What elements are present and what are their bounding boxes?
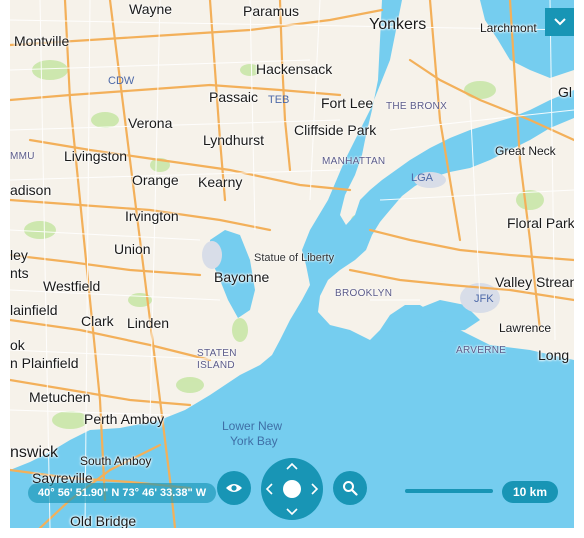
city-label-larchmont: Larchmont <box>480 21 537 35</box>
airport-label-jfk: JFK <box>474 293 494 305</box>
city-label-union: Union <box>114 241 151 257</box>
city-label-livingston: Livingston <box>64 148 128 164</box>
city-label-n-plainfield: n Plainfield <box>10 355 79 371</box>
water-label-lower-ny-bay-1: Lower New <box>222 419 283 433</box>
airport-label-teb: TEB <box>268 94 290 106</box>
district-label-arverne: ARVERNE <box>456 345 507 356</box>
visibility-toggle-button[interactable] <box>217 471 251 505</box>
scale-bar-line <box>405 489 493 493</box>
search-button[interactable] <box>333 471 367 505</box>
district-label-the-bronx: THE BRONX <box>386 101 448 112</box>
city-label-metuchen: Metuchen <box>29 389 91 405</box>
city-label-westfield: Westfield <box>43 278 101 294</box>
city-label-south-amboy: South Amboy <box>80 454 152 468</box>
city-label-valley-stream: Valley Strean <box>495 274 574 290</box>
city-label-passaic: Passaic <box>209 89 259 105</box>
collapse-panel-button[interactable] <box>545 8 574 36</box>
city-label-lawrence: Lawrence <box>499 321 552 335</box>
district-label-brooklyn: BROOKLYN <box>335 288 393 299</box>
chevron-up-icon[interactable] <box>286 462 298 470</box>
center-location-button[interactable] <box>283 480 301 498</box>
water-label-lower-ny-bay-2: York Bay <box>230 434 278 448</box>
city-label-kearny: Kearny <box>198 174 243 190</box>
district-label-staten-2: ISLAND <box>197 360 235 371</box>
city-label-long: Long <box>538 347 570 363</box>
city-label-bayonne: Bayonne <box>214 269 270 285</box>
city-label-clark: Clark <box>81 313 114 329</box>
poi-label-statue-of-liberty: Statue of Liberty <box>254 252 335 264</box>
district-label-staten-1: STATEN <box>197 348 237 359</box>
scale-bar-label: 10 km <box>502 481 559 503</box>
city-label-nswick: nswick <box>10 444 59 461</box>
city-label-floral-park: Floral Park <box>507 215 574 231</box>
eye-icon <box>226 484 242 492</box>
chevron-left-icon[interactable] <box>265 483 273 495</box>
city-label-gl: Gl <box>558 84 572 100</box>
city-label-montville: Montville <box>14 33 70 49</box>
district-label-manhattan: MANHATTAN <box>322 156 386 167</box>
chevron-right-icon[interactable] <box>311 483 319 495</box>
city-label-irvington: Irvington <box>125 208 179 224</box>
map-base-layer <box>10 0 574 528</box>
city-label-cliffside-park: Cliffside Park <box>294 122 377 138</box>
search-icon <box>343 481 358 496</box>
city-label-ley: ley <box>10 247 28 263</box>
airport-label-cdw: CDW <box>108 75 135 87</box>
city-label-orange: Orange <box>132 172 179 188</box>
city-label-nts: nts <box>10 265 29 281</box>
city-label-ok: ok <box>10 337 25 353</box>
city-label-old-bridge: Old Bridge <box>70 513 137 528</box>
city-label-yonkers: Yonkers <box>369 16 427 33</box>
city-label-verona: Verona <box>128 115 173 131</box>
map-canvas[interactable]: Wayne Paramus Yonkers Larchmont Gl Montv… <box>10 0 574 528</box>
city-label-great-neck: Great Neck <box>495 144 556 158</box>
city-label-hackensack: Hackensack <box>256 61 333 77</box>
coordinates-readout: 40° 56' 51.90" N 73° 46' 33.38" W <box>28 483 217 503</box>
navigation-pad[interactable] <box>261 458 323 520</box>
district-label-mmu: MMU <box>10 151 35 162</box>
city-label-lainfield: lainfield <box>10 302 58 318</box>
city-label-adison: adison <box>10 182 52 198</box>
city-label-wayne: Wayne <box>129 1 173 17</box>
city-label-paramus: Paramus <box>243 3 300 19</box>
city-label-fort-lee: Fort Lee <box>321 95 374 111</box>
airport-label-lga: LGA <box>411 172 434 184</box>
chevron-down-icon <box>553 18 566 26</box>
chevron-down-icon[interactable] <box>286 508 298 516</box>
city-label-perth-amboy: Perth Amboy <box>84 411 165 427</box>
city-label-lyndhurst: Lyndhurst <box>203 132 264 148</box>
city-label-linden: Linden <box>127 315 170 331</box>
